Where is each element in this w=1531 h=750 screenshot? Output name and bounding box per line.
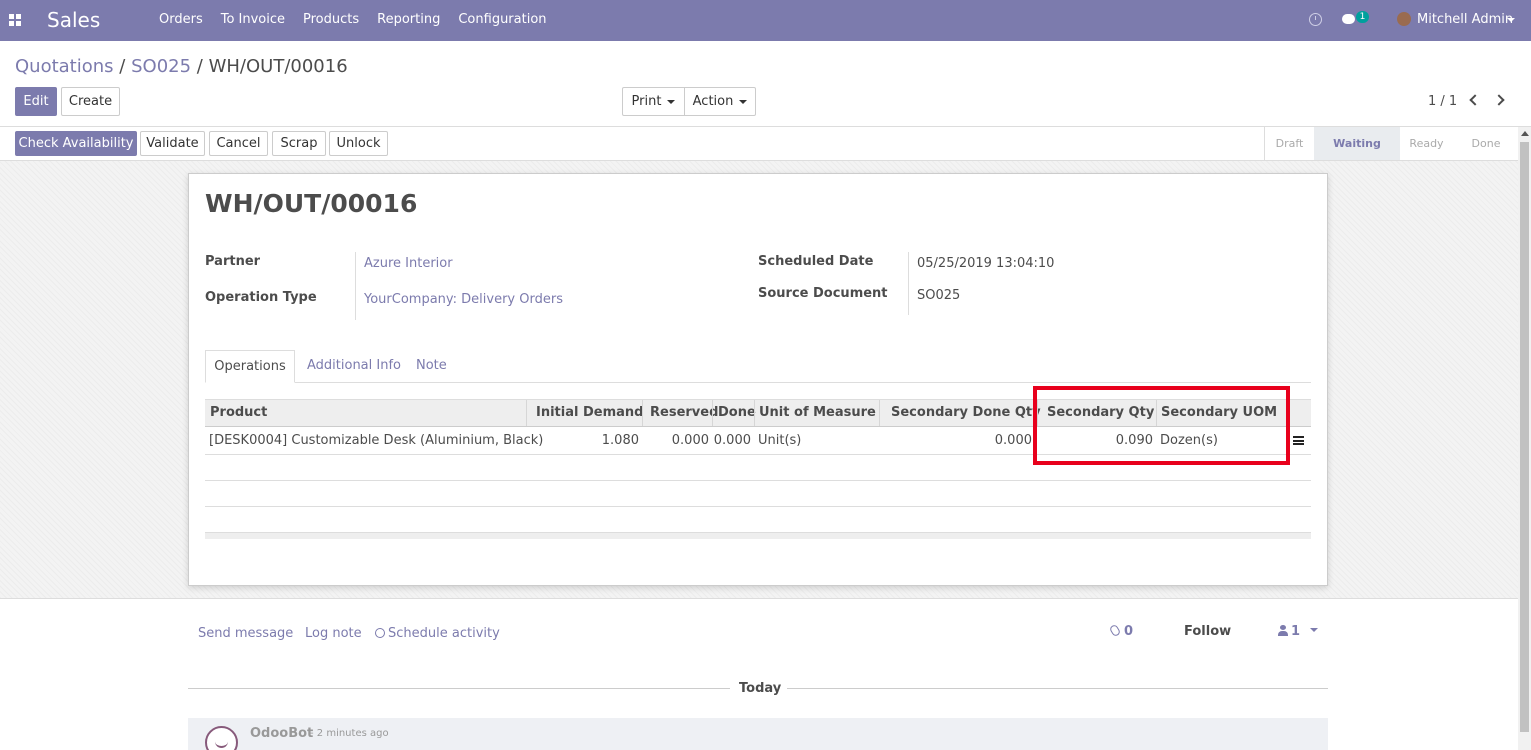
log-note-link[interactable]: Log note (305, 626, 362, 641)
user-menu[interactable]: Mitchell Admin (1417, 12, 1513, 27)
app-name[interactable]: Sales (47, 8, 100, 32)
print-label: Print (631, 94, 662, 109)
follow-button[interactable]: Follow (1184, 624, 1231, 639)
followers-caret-icon[interactable] (1310, 628, 1318, 632)
scheduled-date-label: Scheduled Date (758, 254, 874, 269)
column-secondary-done-qty[interactable]: Secondary Done Qty (891, 405, 1041, 420)
message-timestamp: - 2 minutes ago (310, 728, 389, 739)
action-button[interactable]: Action (684, 87, 756, 116)
send-message-link[interactable]: Send message (198, 626, 293, 641)
stage-waiting[interactable]: Waiting (1314, 127, 1400, 160)
breadcrumb-so025[interactable]: SO025 (131, 56, 191, 77)
edit-button[interactable]: Edit (15, 87, 57, 116)
operation-type-label: Operation Type (205, 290, 317, 305)
source-document-label: Source Document (758, 286, 888, 301)
column-separator (642, 400, 643, 426)
tab-additional-info[interactable]: Additional Info (295, 350, 413, 383)
scrap-button[interactable]: Scrap (272, 131, 326, 156)
menu-products[interactable]: Products (303, 12, 359, 27)
table-row-divider (205, 480, 1311, 481)
cell-initial-demand[interactable]: 1.080 (560, 433, 639, 448)
column-unit-of-measure[interactable]: Unit of Measure (759, 405, 876, 420)
user-menu-caret-icon[interactable] (1507, 18, 1515, 22)
cancel-button[interactable]: Cancel (209, 131, 268, 156)
column-separator (526, 400, 527, 426)
breadcrumb-quotations[interactable]: Quotations (15, 56, 114, 77)
tab-operations[interactable]: Operations (205, 350, 295, 383)
main-menu: Orders To Invoice Products Reporting Con… (159, 12, 565, 27)
message-author[interactable]: OdooBot (250, 726, 313, 741)
field-divider (355, 252, 356, 320)
partner-value[interactable]: Azure Interior (364, 256, 453, 271)
partner-label: Partner (205, 254, 261, 269)
pager-previous-icon[interactable] (1469, 94, 1481, 106)
messaging-badge: 1 (1356, 11, 1369, 23)
cell-unit-of-measure[interactable]: Unit(s) (758, 433, 801, 448)
followers-count[interactable]: 1 (1291, 624, 1300, 639)
field-divider (908, 252, 909, 315)
user-avatar[interactable] (1397, 12, 1411, 26)
validate-button[interactable]: Validate (140, 131, 205, 156)
attachment-count[interactable]: 0 (1124, 624, 1133, 639)
cell-reserved[interactable]: 0.000 (645, 433, 709, 448)
followers-icon[interactable] (1278, 625, 1288, 636)
schedule-activity-link[interactable]: Schedule activity (375, 626, 500, 641)
stage-done[interactable]: Done (1453, 127, 1519, 160)
stage-ready[interactable]: Ready (1400, 127, 1453, 160)
detailed-operations-icon[interactable] (1293, 436, 1304, 445)
breadcrumb-separator: / (196, 56, 203, 77)
column-separator (754, 400, 755, 426)
column-initial-demand[interactable]: Initial Demand (536, 405, 643, 420)
table-footer (205, 532, 1311, 539)
vertical-scrollbar[interactable] (1518, 127, 1531, 750)
cell-product[interactable]: [DESK0004] Customizable Desk (Aluminium,… (209, 433, 543, 448)
column-separator (879, 400, 880, 426)
messaging-icon[interactable] (1342, 14, 1355, 24)
column-product[interactable]: Product (210, 405, 267, 420)
action-label: Action (692, 94, 734, 109)
source-document-value: SO025 (917, 288, 961, 303)
table-row-divider (205, 506, 1311, 507)
date-separator-today: Today (739, 681, 782, 696)
check-availability-button[interactable]: Check Availability (15, 131, 137, 156)
stage-draft[interactable]: Draft (1265, 127, 1314, 160)
date-separator-line (787, 688, 1328, 689)
stage-pipeline: Draft Waiting Ready Done (1264, 127, 1519, 160)
menu-orders[interactable]: Orders (159, 12, 203, 27)
cell-secondary-done-qty[interactable]: 0.000 (940, 433, 1032, 448)
column-separator (712, 400, 713, 426)
schedule-activity-label: Schedule activity (388, 626, 500, 641)
highlight-annotation-box (1033, 386, 1290, 465)
column-done[interactable]: Done (718, 405, 756, 420)
breadcrumb: Quotations / SO025 / WH/OUT/00016 (15, 56, 348, 77)
breadcrumb-current: WH/OUT/00016 (208, 56, 348, 77)
print-button[interactable]: Print (622, 87, 685, 116)
column-reserved[interactable]: Reserved (650, 405, 718, 420)
create-button[interactable]: Create (61, 87, 120, 116)
menu-reporting[interactable]: Reporting (377, 12, 440, 27)
pager-value[interactable]: 1 / 1 (1428, 94, 1457, 109)
tab-note[interactable]: Note (404, 350, 459, 383)
pager-next-icon[interactable] (1493, 94, 1505, 106)
cell-done[interactable]: 0.000 (712, 433, 751, 448)
action-caret-icon (739, 99, 748, 104)
operation-type-value[interactable]: YourCompany: Delivery Orders (364, 292, 563, 307)
menu-to-invoice[interactable]: To Invoice (221, 12, 285, 27)
schedule-clock-icon (375, 628, 385, 638)
date-separator-line (188, 688, 730, 689)
print-caret-icon (667, 99, 676, 104)
menu-configuration[interactable]: Configuration (458, 12, 546, 27)
scroll-up-arrow-icon[interactable] (1521, 131, 1529, 136)
top-navbar: Sales Orders To Invoice Products Reporti… (0, 0, 1531, 41)
breadcrumb-separator: / (119, 56, 126, 77)
paperclip-icon[interactable] (1108, 623, 1122, 638)
scheduled-date-value: 05/25/2019 13:04:10 (917, 256, 1055, 271)
activity-clock-icon[interactable] (1309, 13, 1322, 26)
record-title: WH/OUT/00016 (205, 189, 418, 218)
unlock-button[interactable]: Unlock (329, 131, 388, 156)
apps-menu-icon[interactable] (9, 14, 21, 26)
